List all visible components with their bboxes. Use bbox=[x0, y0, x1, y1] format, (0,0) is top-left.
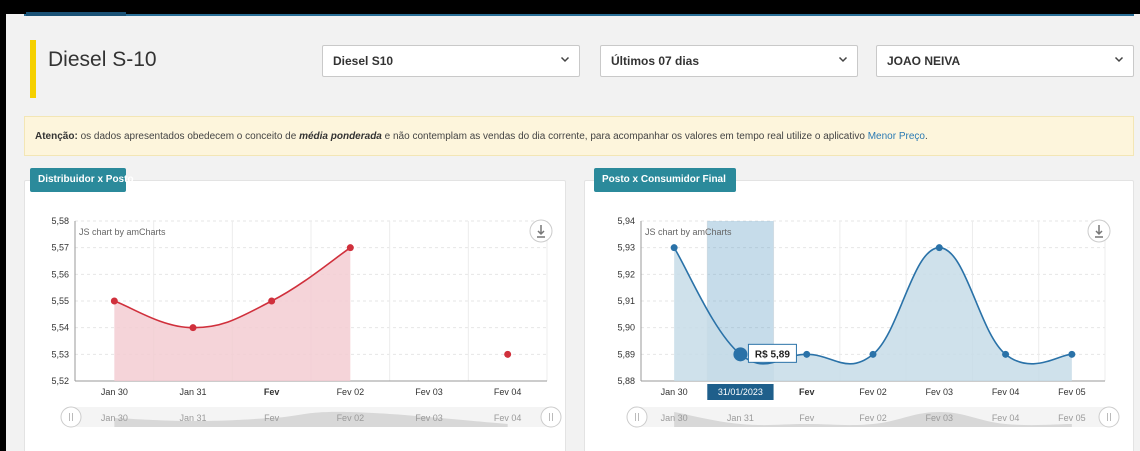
top-strip bbox=[6, 0, 1140, 14]
x-tick-label: Fev 02 bbox=[859, 387, 887, 397]
chevron-down-icon bbox=[560, 56, 570, 63]
y-tick-label: 5,93 bbox=[617, 243, 635, 253]
y-tick-label: 5,91 bbox=[617, 296, 635, 306]
download-icon[interactable] bbox=[1087, 219, 1111, 243]
data-point[interactable] bbox=[935, 244, 943, 252]
consumidor-chart: 5,94 5,93 5,92 5,91 5,90 5,89 5,88 Jan 30 Jan 31… bbox=[617, 216, 1120, 428]
warning-text-2: e não contemplam as vendas do dia corren… bbox=[381, 131, 868, 142]
tooltip-value: R$ 5,89 bbox=[755, 349, 790, 360]
scrollbar-label: Jan 30 bbox=[101, 413, 128, 423]
menor-preco-link[interactable]: Menor Preço bbox=[868, 131, 925, 142]
app-frame: Diesel S-10 Diesel S10 Últimos 07 dias J… bbox=[6, 0, 1140, 451]
scrollbar-label: Jan 31 bbox=[727, 413, 754, 423]
data-point[interactable] bbox=[803, 350, 811, 358]
city-select[interactable]: JOAO NEIVA bbox=[876, 45, 1134, 77]
scrollbar-label: Fev 02 bbox=[859, 413, 887, 423]
scrollbar-label: Fev 04 bbox=[992, 413, 1020, 423]
fuel-select-value: Diesel S10 bbox=[333, 54, 394, 68]
y-tick-label: 5,94 bbox=[617, 216, 635, 226]
scrollbar[interactable]: Jan 30 Jan 31 Fev Fev 02 Fev 03 Fev 04 Fev 05 bbox=[626, 406, 1120, 428]
data-point[interactable] bbox=[268, 297, 276, 305]
chart-card-consumidor: 5,94 5,93 5,92 5,91 5,90 5,89 5,88 Jan 30 Jan 31… bbox=[584, 180, 1134, 451]
warning-text-1: os dados apresentados obedecem o conceit… bbox=[77, 131, 300, 142]
x-tick-label: Jan 30 bbox=[101, 387, 128, 397]
y-tick-label: 5,54 bbox=[51, 323, 69, 333]
y-tick-label: 5,56 bbox=[51, 269, 69, 279]
tab-posto-consumidor[interactable]: Posto x Consumidor Final bbox=[594, 168, 736, 192]
download-icon[interactable] bbox=[529, 219, 553, 243]
x-tick-label: Fev 03 bbox=[926, 387, 954, 397]
y-tick-label: 5,90 bbox=[617, 323, 635, 333]
period-select-value: Últimos 07 dias bbox=[611, 54, 700, 68]
warning-emphasis: média ponderada bbox=[299, 131, 382, 142]
data-point[interactable] bbox=[670, 244, 678, 252]
data-point[interactable] bbox=[189, 324, 197, 332]
x-tick-label: Fev 04 bbox=[494, 387, 522, 397]
cursor-label: 31/01/2023 bbox=[718, 387, 763, 397]
y-tick-label: 5,89 bbox=[617, 349, 635, 359]
y-tick-label: 5,57 bbox=[51, 243, 69, 253]
city-select-value: JOAO NEIVA bbox=[887, 54, 961, 68]
page-title: Diesel S-10 bbox=[48, 48, 157, 71]
y-tick-label: 5,92 bbox=[617, 269, 635, 279]
chevron-down-icon bbox=[1114, 56, 1124, 63]
data-point[interactable] bbox=[1068, 350, 1076, 358]
x-tick-label: Fev bbox=[264, 387, 280, 397]
warning-text-end: . bbox=[924, 131, 928, 142]
scrollbar-label: Fev 05 bbox=[1058, 413, 1086, 423]
active-top-tab[interactable] bbox=[26, 12, 126, 16]
scrollbar-label: Fev bbox=[264, 413, 280, 423]
amcharts-watermark: JS chart by amCharts bbox=[79, 227, 166, 237]
scrollbar-label: Fev bbox=[799, 413, 815, 423]
distribuidor-chart: 5,58 5,57 5,56 5,55 5,54 5,53 5,52 Jan 30 Jan 31… bbox=[51, 216, 562, 428]
title-accent-bar bbox=[30, 40, 36, 98]
data-point[interactable] bbox=[346, 244, 354, 252]
x-tick-label: Fev 02 bbox=[337, 387, 365, 397]
period-select[interactable]: Últimos 07 dias bbox=[600, 45, 858, 77]
warning-label: Atenção: bbox=[35, 131, 78, 142]
data-point[interactable] bbox=[1002, 350, 1010, 358]
x-tick-label: Fev 03 bbox=[415, 387, 443, 397]
scrollbar-grip[interactable] bbox=[60, 406, 82, 428]
scrollbar-label: Fev 03 bbox=[926, 413, 954, 423]
y-tick-label: 5,55 bbox=[51, 296, 69, 306]
x-tick-label: Fev 04 bbox=[992, 387, 1020, 397]
tab-distribuidor-posto[interactable]: Distribuidor x Posto bbox=[30, 168, 134, 192]
x-tick-label: Fev bbox=[799, 387, 815, 397]
chevron-down-icon bbox=[838, 56, 848, 63]
y-tick-label: 5,88 bbox=[617, 376, 635, 386]
scrollbar[interactable]: Jan 30 Jan 31 Fev Fev 02 Fev 03 Fev 04 bbox=[60, 406, 562, 428]
data-point[interactable] bbox=[504, 350, 512, 358]
scrollbar-label: Fev 03 bbox=[415, 413, 443, 423]
header: Diesel S-10 Diesel S10 Últimos 07 dias J… bbox=[24, 22, 1134, 98]
warning-banner: Atenção: os dados apresentados obedecem … bbox=[24, 116, 1134, 156]
y-tick-label: 5,53 bbox=[51, 349, 69, 359]
scrollbar-grip[interactable] bbox=[540, 406, 562, 428]
data-point[interactable] bbox=[869, 350, 877, 358]
fuel-select[interactable]: Diesel S10 bbox=[322, 45, 580, 77]
top-divider bbox=[24, 14, 1134, 16]
data-point[interactable] bbox=[110, 297, 118, 305]
scrollbar-grip[interactable] bbox=[626, 406, 648, 428]
amcharts-watermark: JS chart by amCharts bbox=[645, 227, 732, 237]
x-tick-label: Fev 05 bbox=[1058, 387, 1086, 397]
y-tick-label: 5,58 bbox=[51, 216, 69, 226]
scrollbar-label: Jan 31 bbox=[179, 413, 206, 423]
y-tick-label: 5,52 bbox=[51, 376, 69, 386]
scrollbar-grip[interactable] bbox=[1098, 406, 1120, 428]
x-tick-label: Jan 31 bbox=[179, 387, 206, 397]
data-point[interactable] bbox=[733, 347, 748, 362]
chart-card-distribuidor: 5,58 5,57 5,56 5,55 5,54 5,53 5,52 Jan 30 Jan 31… bbox=[24, 180, 566, 451]
x-tick-label: Jan 30 bbox=[661, 387, 688, 397]
scrollbar-label: Jan 30 bbox=[661, 413, 688, 423]
scrollbar-label: Fev 04 bbox=[494, 413, 522, 423]
scrollbar-label: Fev 02 bbox=[337, 413, 365, 423]
